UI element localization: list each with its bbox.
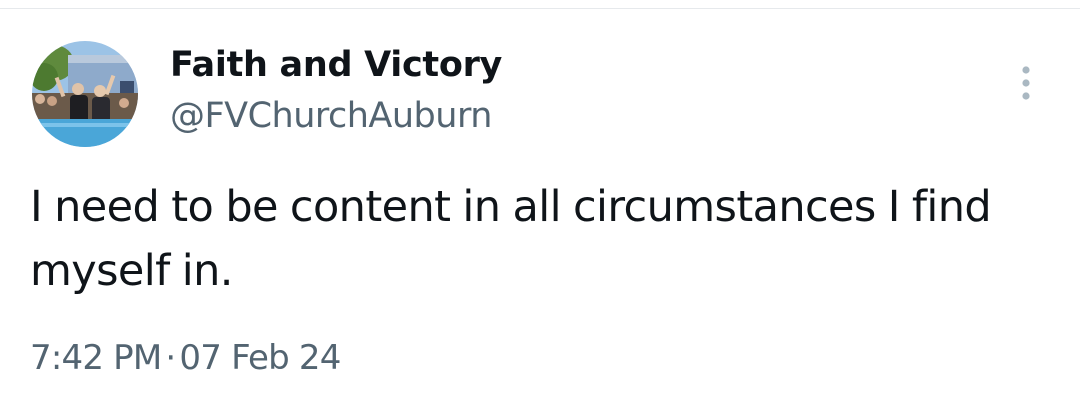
author-handle[interactable]: @FVChurchAuburn bbox=[170, 94, 492, 138]
tweet-text: I need to be content in all circumstance… bbox=[30, 182, 992, 296]
tweet-card: Faith and Victory @FVChurchAuburn I need… bbox=[0, 0, 1080, 415]
avatar-photo-icon bbox=[32, 41, 138, 147]
tweet-date[interactable]: 07 Feb 24 bbox=[179, 338, 341, 378]
tweet-time[interactable]: 7:42 PM bbox=[30, 338, 162, 378]
vertical-ellipsis-icon bbox=[1022, 66, 1030, 100]
tweet-timestamp: 7:42 PM · 07 Feb 24 bbox=[30, 336, 341, 380]
more-options-button[interactable] bbox=[1008, 62, 1044, 106]
author-avatar[interactable] bbox=[32, 41, 138, 147]
author-display-name[interactable]: Faith and Victory bbox=[170, 43, 502, 87]
meta-separator: · bbox=[165, 338, 176, 378]
